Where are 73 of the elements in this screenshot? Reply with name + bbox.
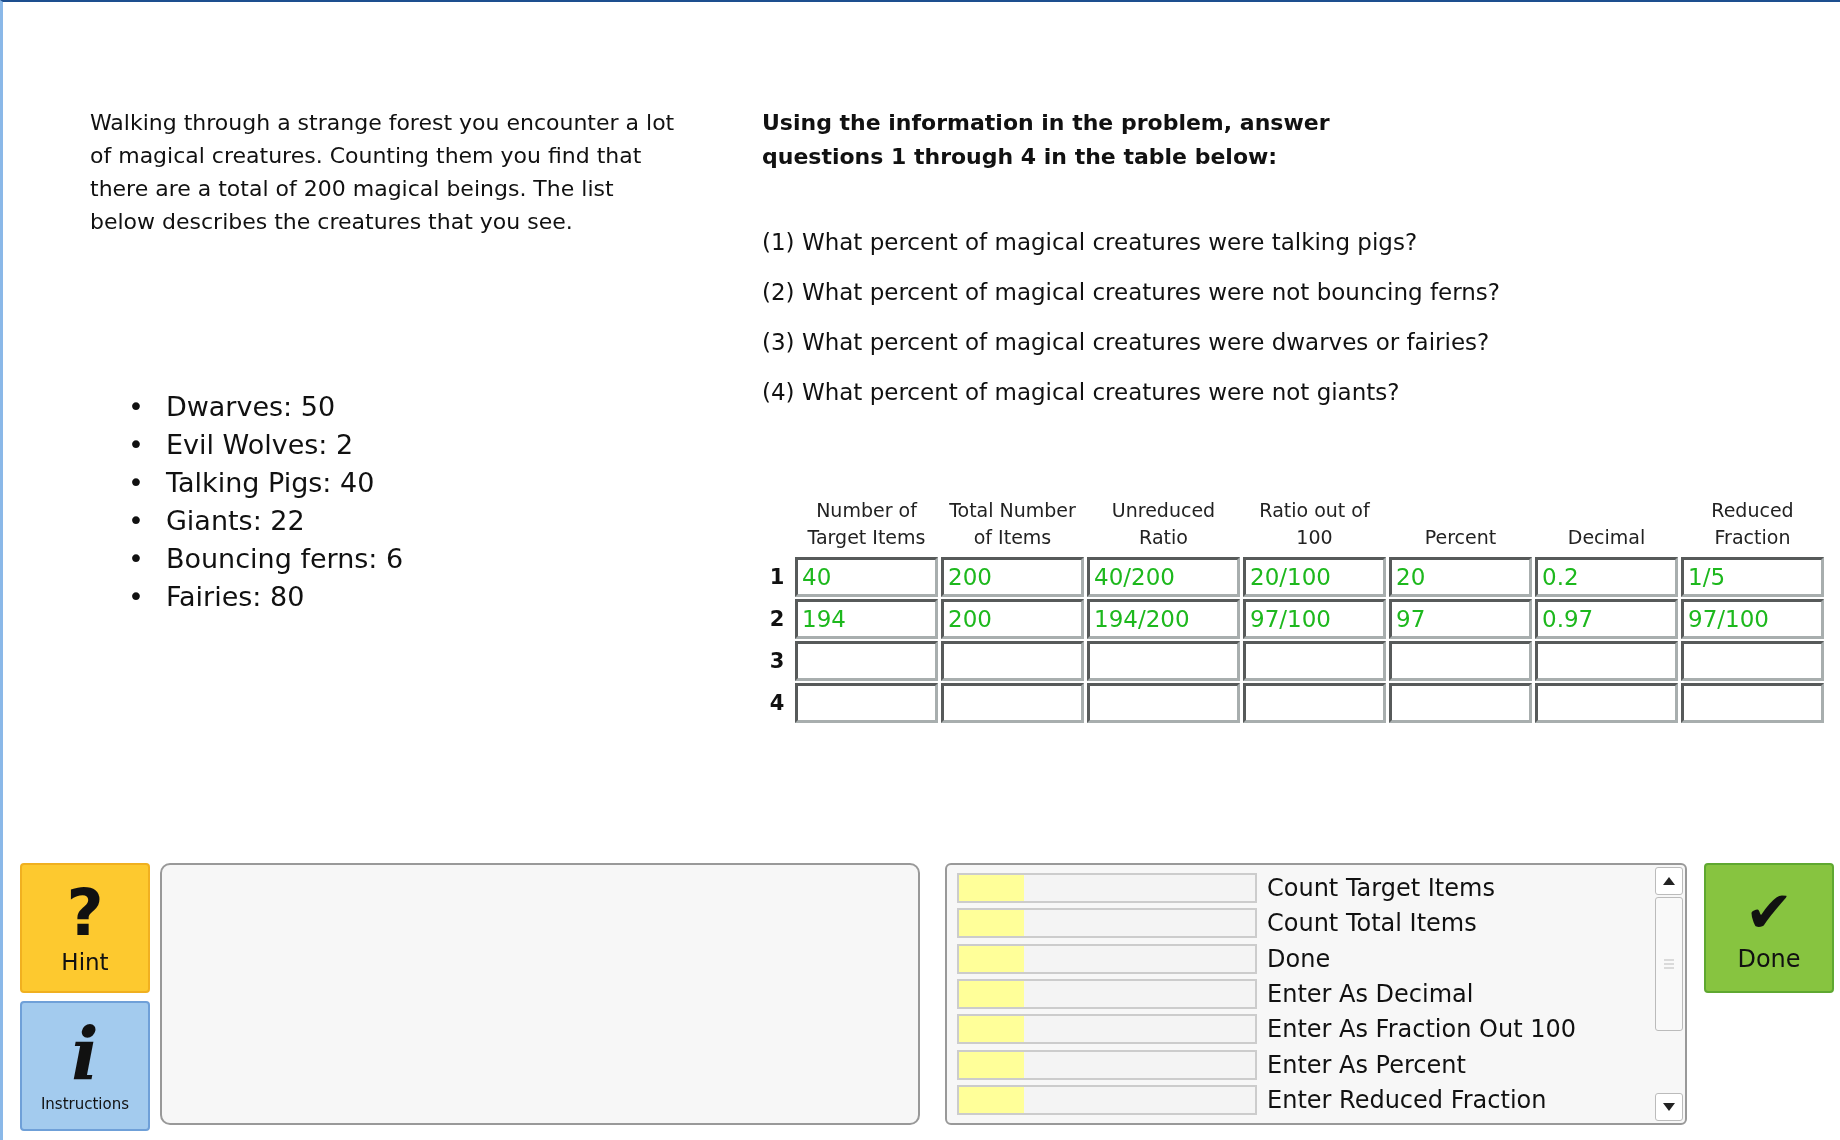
answer-field[interactable]: 40/200 — [1087, 557, 1240, 597]
question-text: (3) What percent of magical creatures were dwarves or fairies? — [762, 328, 1491, 357]
down-arrow-icon — [1663, 1103, 1675, 1111]
column-header: Reduced Fraction — [1710, 498, 1795, 550]
answer-field[interactable]: 194/200 — [1087, 599, 1240, 639]
answer-field[interactable] — [941, 683, 1084, 723]
answer-field[interactable]: 200 — [941, 599, 1084, 639]
answer-field[interactable] — [795, 683, 938, 723]
creature-count: Talking Pigs: 40 — [165, 466, 375, 500]
column-header: Unreduced Ratio — [1110, 498, 1217, 550]
answer-field[interactable] — [1389, 683, 1532, 723]
answer-field[interactable]: 200 — [941, 557, 1084, 597]
skill-label: Enter Reduced Fraction — [1267, 1085, 1547, 1114]
answer-field[interactable] — [1681, 641, 1824, 681]
column-header: Number of Target Items — [806, 498, 927, 550]
answer-field[interactable]: 0.2 — [1535, 557, 1678, 597]
up-arrow-icon — [1663, 877, 1675, 885]
creature-count: Fairies: 80 — [165, 580, 305, 614]
column-header: Ratio out of 100 — [1258, 498, 1371, 550]
question-text: (4) What percent of magical creatures were not giants? — [762, 378, 1401, 407]
bullet: • — [128, 504, 144, 538]
scroll-thumb[interactable] — [1655, 897, 1683, 1031]
answer-field[interactable]: 1/5 — [1681, 557, 1824, 597]
question-text: (2) What percent of magical creatures were not bouncing ferns? — [762, 278, 1502, 307]
skill-label: Done — [1267, 944, 1331, 973]
answer-field[interactable] — [1535, 641, 1678, 681]
grip-icon — [1664, 959, 1674, 969]
skill-label: Enter As Fraction Out 100 — [1267, 1015, 1576, 1044]
skill-label: Count Total Items — [1267, 909, 1477, 938]
row-number: 4 — [768, 691, 786, 715]
question-text: (1) What percent of magical creatures were talking pigs? — [762, 228, 1419, 257]
done-button[interactable]: ✔ Done — [1704, 863, 1834, 993]
column-header: Decimal — [1566, 525, 1647, 550]
bullet: • — [128, 542, 144, 576]
skill-label: Enter As Percent — [1267, 1050, 1466, 1079]
answer-field[interactable] — [941, 641, 1084, 681]
answer-field[interactable] — [1243, 641, 1386, 681]
instructions-button[interactable]: i Instructions — [20, 1001, 150, 1131]
skill-label: Count Target Items — [1267, 874, 1495, 903]
creature-count: Bouncing ferns: 6 — [165, 542, 404, 576]
bullet: • — [128, 390, 144, 424]
instructions-heading: Using the information in the problem, answer questions 1 through 4 in the table below: — [762, 109, 1331, 171]
creature-count: Giants: 22 — [165, 504, 305, 538]
answer-field[interactable]: 97 — [1389, 599, 1532, 639]
column-header: Percent — [1423, 525, 1498, 550]
answer-field[interactable] — [1087, 641, 1240, 681]
answer-field[interactable]: 97/100 — [1681, 599, 1824, 639]
bullet: • — [128, 428, 144, 462]
answer-field[interactable] — [1681, 683, 1824, 723]
scroll-up-button[interactable] — [1655, 867, 1683, 895]
hint-button[interactable]: ? Hint — [20, 863, 150, 993]
answer-field[interactable] — [1243, 683, 1386, 723]
answer-field[interactable] — [1087, 683, 1240, 723]
scroll-down-button[interactable] — [1655, 1093, 1683, 1121]
bullet: • — [128, 466, 144, 500]
answer-field[interactable]: 40 — [795, 557, 938, 597]
creature-count: Dwarves: 50 — [165, 390, 336, 424]
bullet: • — [128, 580, 144, 614]
skill-label: Enter As Decimal — [1267, 980, 1474, 1008]
column-header: Total Number of Items — [948, 498, 1077, 550]
problem-text: Walking through a strange forest you encounter a lot of magical creatures. Counting them you find that there are a total of 200 magical beings. The list below describes the creatures that you see. — [90, 109, 676, 236]
answer-field[interactable] — [1535, 683, 1678, 723]
answer-field[interactable]: 194 — [795, 599, 938, 639]
answer-field[interactable] — [1389, 641, 1532, 681]
answer-field[interactable]: 20/100 — [1243, 557, 1386, 597]
answer-field[interactable]: 97/100 — [1243, 599, 1386, 639]
row-number: 1 — [768, 565, 786, 589]
row-number: 2 — [768, 607, 786, 631]
answer-field[interactable]: 0.97 — [1535, 599, 1678, 639]
answer-field[interactable]: 20 — [1389, 557, 1532, 597]
row-number: 3 — [768, 649, 786, 673]
answer-field[interactable] — [795, 641, 938, 681]
creature-count: Evil Wolves: 2 — [165, 428, 354, 462]
